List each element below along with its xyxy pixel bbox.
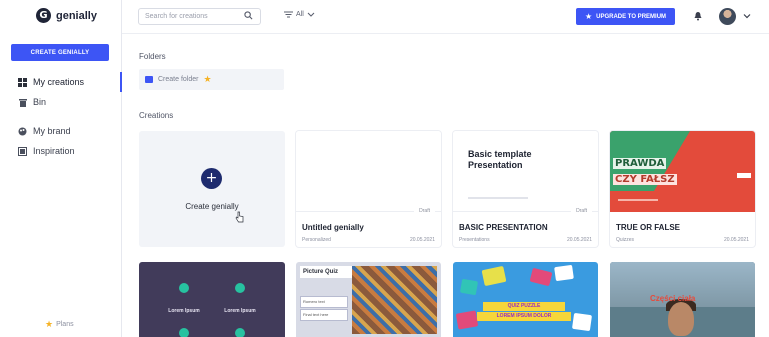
card-type: Personalized <box>302 237 331 243</box>
thumbnail-banner: LOREM IPSUM DOLOR <box>477 312 571 321</box>
thumbnail-tag <box>737 173 751 178</box>
upgrade-to-premium-button[interactable]: ★ UPGRADE TO PREMIUM <box>576 8 675 25</box>
sidebar-item-my-brand[interactable]: My brand <box>0 121 122 141</box>
card-title: TRUE OR FALSE <box>616 223 681 232</box>
puzzle-piece <box>554 264 574 282</box>
sidebar-item-label: Inspiration <box>33 146 75 156</box>
sidebar-item-inspiration[interactable]: Inspiration <box>0 141 122 161</box>
thumbnail-title: Picture Quiz <box>300 266 352 278</box>
app-name: genially <box>56 9 97 22</box>
thumbnail-text: Lorem Ipsum <box>168 308 200 314</box>
genially-logo-icon: G <box>36 8 51 23</box>
creation-card-lorem[interactable]: Lorem Ipsum Lorem Ipsum <box>139 262 285 337</box>
thumbnail-title: Basic template Presentation <box>468 149 532 170</box>
puzzle-piece <box>529 267 553 287</box>
filter-dropdown[interactable]: All <box>284 11 315 18</box>
search-icon[interactable] <box>244 11 253 20</box>
sidebar-item-my-creations[interactable]: My creations <box>0 72 122 92</box>
search-input[interactable]: Search for creations <box>138 8 261 25</box>
creation-card-basic-presentation[interactable]: Basic template Presentation Draft BASIC … <box>453 131 598 247</box>
card-date: 20.05.2021 <box>409 237 435 243</box>
palette-icon <box>18 127 27 136</box>
robot-icon <box>179 328 189 337</box>
thumbnail-photo-face <box>668 302 694 336</box>
card-type: Presentations <box>459 237 490 243</box>
creations-heading: Creations <box>139 111 174 120</box>
filter-icon <box>284 11 293 18</box>
trash-icon <box>18 98 27 107</box>
plus-icon: + <box>201 168 222 189</box>
thumbnail-box: Final text here <box>300 309 348 321</box>
card-title: BASIC PRESENTATION <box>459 223 548 232</box>
card-title: Untitled genially <box>302 223 364 232</box>
bell-icon[interactable] <box>693 11 703 21</box>
thumbnail-banner: QUIZ PUZZLE <box>483 302 565 311</box>
thumbnail-title: Części ciała <box>650 294 696 303</box>
create-folder-button[interactable]: Create folder ★ <box>139 69 284 90</box>
gallery-icon <box>18 146 27 156</box>
create-genially-button[interactable]: CREATE GENIALLY <box>11 44 109 61</box>
star-icon: ★ <box>203 74 212 84</box>
avatar[interactable] <box>719 8 736 25</box>
star-icon: ★ <box>45 319 54 329</box>
sidebar-nav: My creations Bin My brand Inspiration <box>0 72 122 161</box>
sidebar-item-bin[interactable]: Bin <box>0 92 122 112</box>
thumbnail-box: Romero text <box>300 296 348 308</box>
search-placeholder: Search for creations <box>145 13 208 20</box>
creation-card-untitled[interactable]: Draft Untitled genially Personalized 20.… <box>296 131 441 247</box>
upgrade-label: UPGRADE TO PREMIUM <box>596 13 667 20</box>
puzzle-piece <box>459 278 479 296</box>
create-genially-card[interactable]: + Create genially <box>139 131 285 247</box>
folders-heading: Folders <box>139 52 166 61</box>
puzzle-piece <box>571 312 593 332</box>
card-type: Quizzes <box>616 237 635 243</box>
sidebar-item-label: My brand <box>33 126 71 136</box>
robot-icon <box>235 283 245 293</box>
creation-card-quiz-puzzle[interactable]: QUIZ PUZZLE LOREM IPSUM DOLOR <box>453 262 598 337</box>
status-badge: Draft <box>571 206 592 216</box>
plans-label: Plans <box>56 321 74 328</box>
puzzle-piece <box>481 265 507 287</box>
thumbnail-photo <box>352 266 437 334</box>
plans-link[interactable]: ★ Plans <box>45 319 74 330</box>
thumbnail-text-2: CZY FAŁSZ <box>613 174 677 185</box>
chevron-down-icon <box>307 12 315 17</box>
card-thumbnail: PRAWDA CZY FAŁSZ <box>610 131 755 212</box>
create-folder-label: Create folder <box>158 76 199 83</box>
thumbnail-text: Lorem Ipsum <box>224 308 256 314</box>
robot-icon <box>179 283 189 293</box>
card-thumbnail <box>296 131 441 212</box>
chevron-down-icon[interactable] <box>742 11 752 21</box>
star-icon: ★ <box>584 12 593 21</box>
status-badge: Draft <box>414 206 435 216</box>
robot-icon <box>235 328 245 337</box>
card-date: 20.05.2021 <box>723 237 749 243</box>
sidebar-item-label: My creations <box>33 77 85 87</box>
sidebar: G genially CREATE GENIALLY My creations … <box>0 0 122 337</box>
creation-card-picture-quiz[interactable]: Picture Quiz Romero text Final text here <box>296 262 441 337</box>
thumbnail-line <box>618 199 658 201</box>
folder-icon <box>145 76 153 83</box>
thumbnail-text-1: PRAWDA <box>613 158 667 169</box>
genially-logo[interactable]: G genially <box>36 8 97 23</box>
thumbnail-line <box>468 197 528 199</box>
creation-card-czesci-ciala[interactable]: Części ciała <box>610 262 755 337</box>
hand-cursor-icon <box>235 211 244 223</box>
grid-icon <box>18 77 27 87</box>
creation-card-true-or-false[interactable]: PRAWDA CZY FAŁSZ TRUE OR FALSE Quizzes 2… <box>610 131 755 247</box>
card-thumbnail: Basic template Presentation <box>453 131 598 212</box>
sidebar-item-label: Bin <box>33 97 47 107</box>
puzzle-piece <box>455 310 479 330</box>
filter-label: All <box>296 11 304 18</box>
create-genially-label: Create genially <box>185 202 239 211</box>
top-bar: Search for creations All ★ UPGRADE TO PR… <box>122 0 769 34</box>
card-date: 20.05.2021 <box>566 237 592 243</box>
